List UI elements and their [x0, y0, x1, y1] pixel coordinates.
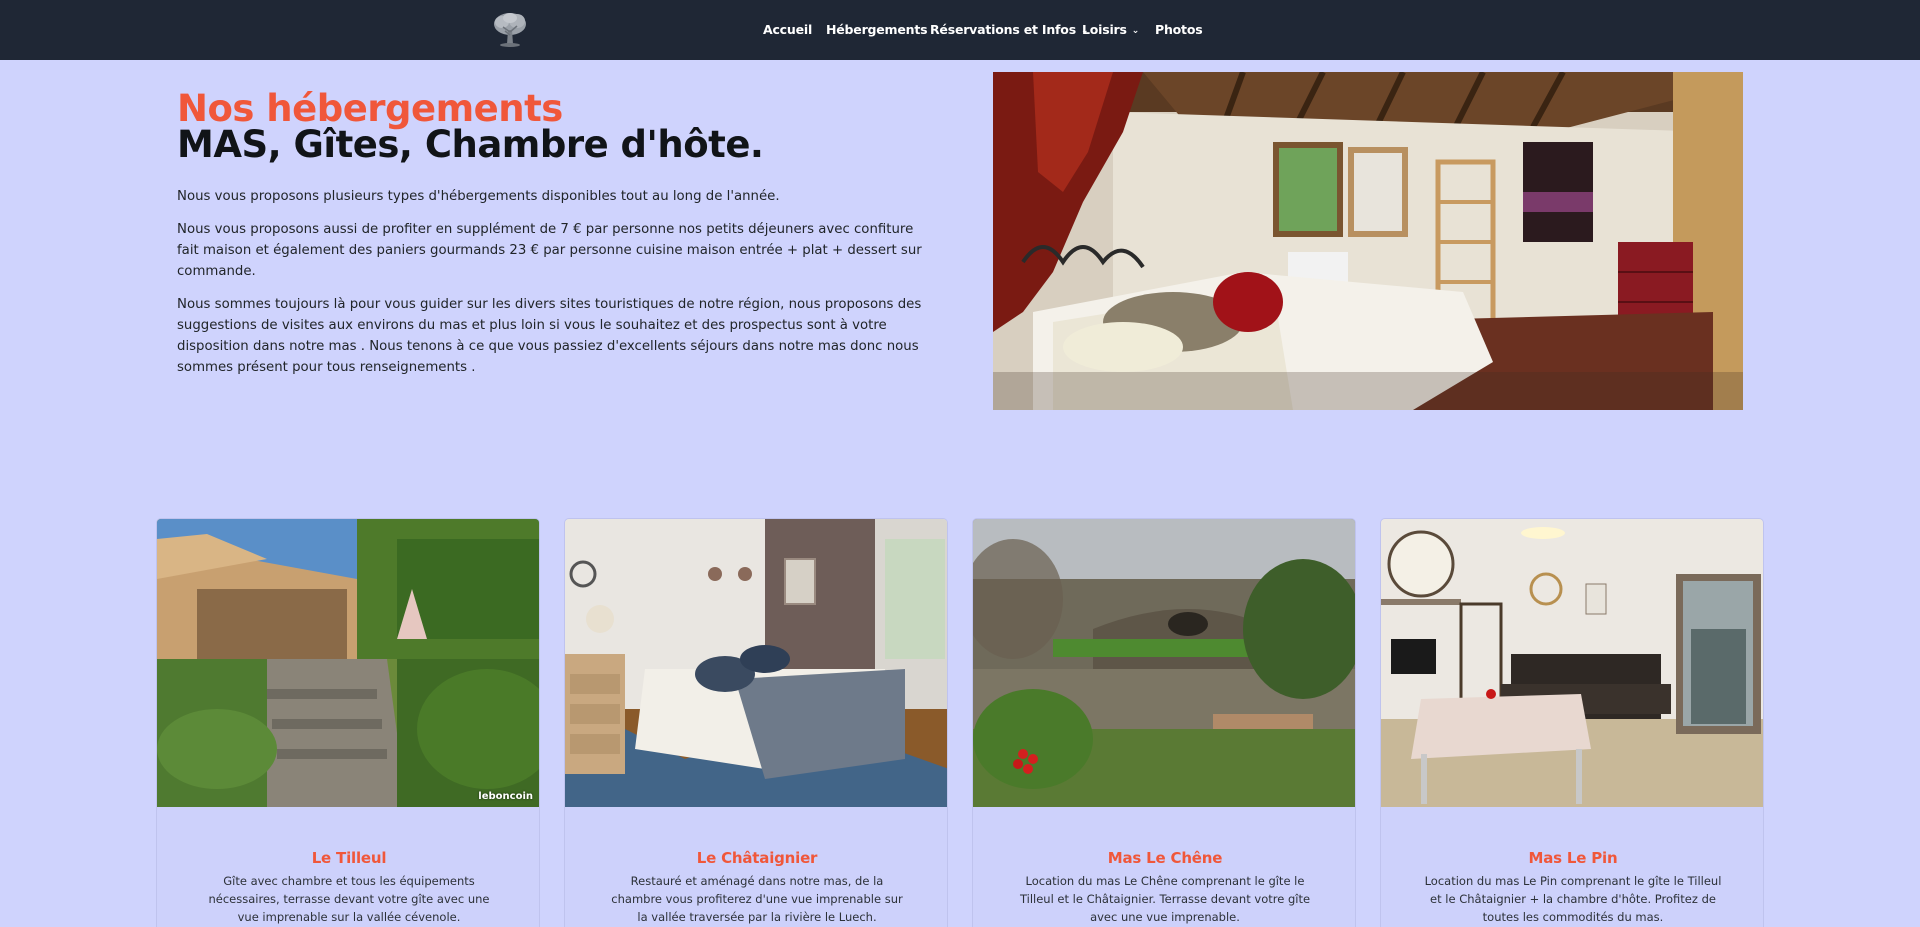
nav-item-label: Photos [1155, 22, 1203, 37]
nav-item-label: Réservations et Infos [930, 22, 1076, 37]
nav-item-accueil[interactable]: Accueil [763, 22, 812, 37]
nav-item-label: Loisirs [1082, 22, 1127, 37]
nav-item-loisirs[interactable]: Loisirs ⌄ [1082, 22, 1139, 37]
nav-item-reservations[interactable]: Réservations et Infos ⌄ [930, 22, 1088, 37]
nav-item-label: Hébergements [826, 22, 928, 37]
card-title[interactable]: Mas Le Chêne [973, 849, 1355, 867]
card-description: Gîte avec chambre et tous les équipement… [208, 874, 490, 924]
card-photo-terraces [973, 519, 1355, 807]
card-photo-garden: leboncoin [157, 519, 539, 807]
watermark-label: leboncoin [478, 791, 533, 802]
card-mas-le-pin[interactable]: Mas Le Pin Location du mas Le Pin compre… [1380, 518, 1764, 927]
hero-paragraph: Nous vous proposons aussi de profiter en… [177, 222, 922, 279]
card-photo-living-room [1381, 519, 1763, 807]
nav-item-hebergements[interactable]: Hébergements [826, 22, 928, 37]
hero-bedroom-photo [993, 72, 1743, 410]
hero-paragraph: Nous sommes toujours là pour vous guider… [177, 297, 922, 375]
card-title[interactable]: Le Châtaignier [565, 849, 947, 867]
card-description: Location du mas Le Pin comprenant le gît… [1424, 874, 1722, 924]
chevron-down-icon: ⌄ [1131, 26, 1140, 36]
card-title[interactable]: Le Tilleul [157, 849, 539, 867]
card-le-tilleul[interactable]: leboncoin Le Tilleul Gîte avec chambre e… [156, 518, 540, 927]
nav-item-photos[interactable]: Photos [1155, 22, 1203, 37]
card-title[interactable]: Mas Le Pin [1381, 849, 1763, 867]
card-le-chataignier[interactable]: Le Châtaignier Restauré et aménagé dans … [564, 518, 948, 927]
hero-paragraph: Nous vous proposons plusieurs types d'hé… [177, 189, 780, 204]
hero-description: Nous vous proposons plusieurs types d'hé… [177, 186, 927, 390]
card-description: Restauré et aménagé dans notre mas, de l… [611, 874, 903, 924]
main-nav: Accueil Hébergements Réservations et Inf… [0, 0, 1920, 60]
card-mas-le-chene[interactable]: Mas Le Chêne Location du mas Le Chêne co… [972, 518, 1356, 927]
hero-title-main: MAS, Gîtes, Chambre d'hôte. [177, 123, 764, 166]
navbar: Accueil Hébergements Réservations et Inf… [0, 0, 1920, 60]
card-description: Location du mas Le Chêne comprenant le g… [1019, 874, 1311, 924]
nav-item-label: Accueil [763, 22, 813, 37]
card-photo-bedroom [565, 519, 947, 807]
